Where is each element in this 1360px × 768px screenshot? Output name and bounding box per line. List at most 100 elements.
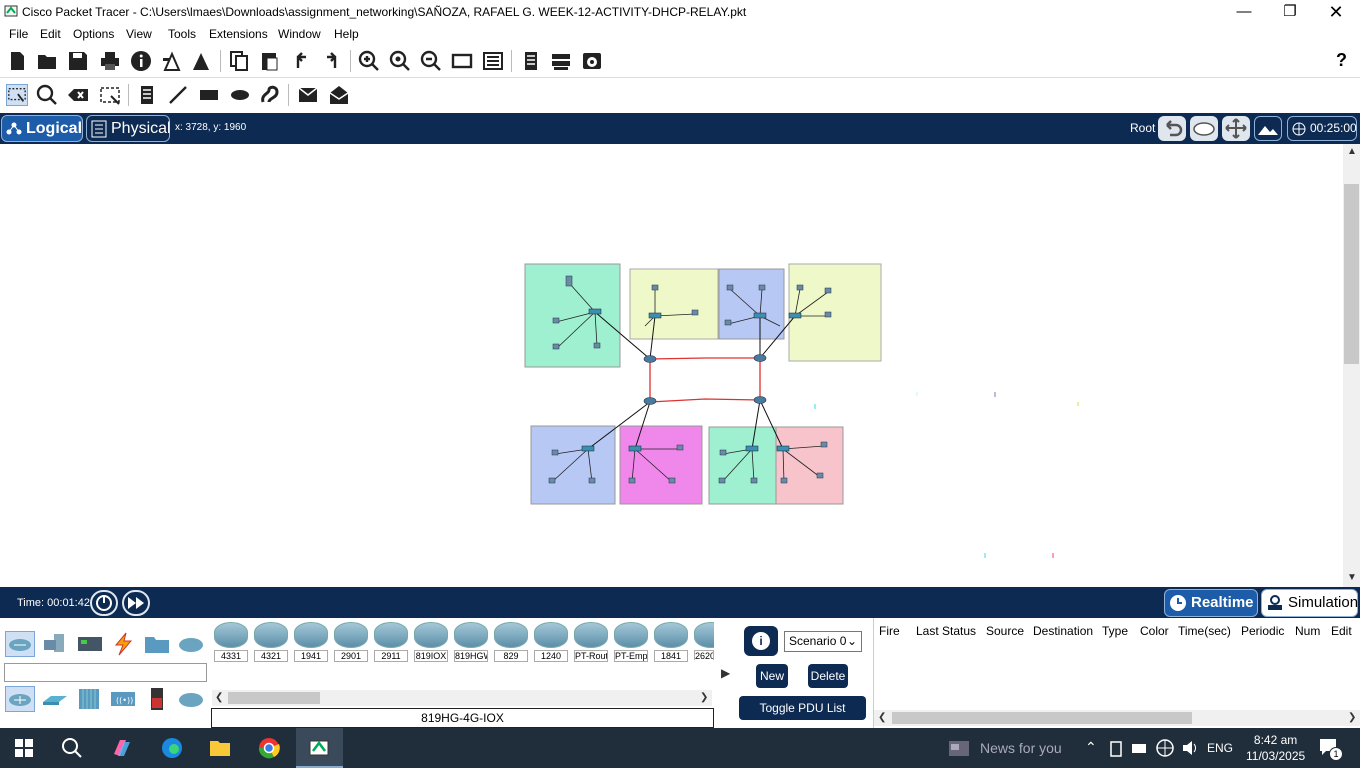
miscellaneous-icon[interactable] <box>142 631 172 657</box>
freeform-icon[interactable] <box>259 84 281 106</box>
logical-workspace[interactable] <box>0 144 1343 587</box>
search-icon[interactable] <box>60 736 84 760</box>
area-note-magenta[interactable] <box>619 425 703 505</box>
note-icon[interactable] <box>136 84 158 106</box>
device-router-pt-empty[interactable]: PT-Empty <box>614 622 648 662</box>
switches-icon[interactable] <box>40 686 70 712</box>
menu-edit[interactable]: Edit <box>40 27 61 41</box>
scroll-thumb[interactable] <box>228 692 320 704</box>
routers-icon[interactable] <box>5 686 35 712</box>
chrome-browser-icon[interactable] <box>257 736 281 760</box>
edge-browser-icon[interactable] <box>160 736 184 760</box>
menu-file[interactable]: File <box>9 27 28 41</box>
menu-tools[interactable]: Tools <box>168 27 196 41</box>
close-button[interactable]: ✕ <box>1313 0 1359 24</box>
taskbar-clock[interactable]: 8:42 am 11/03/2025 <box>1246 732 1305 764</box>
column-fire[interactable]: Fire <box>879 624 900 638</box>
packet-tracer-taskbar-button[interactable] <box>296 728 343 768</box>
custom-device-icon[interactable] <box>482 50 504 72</box>
physical-view-tab[interactable]: Physical <box>86 115 171 142</box>
serial-link-bottom[interactable] <box>649 398 761 403</box>
simulation-mode-button[interactable]: Simulation <box>1261 589 1358 617</box>
inspect-icon[interactable] <box>36 84 58 106</box>
device-router-1941[interactable]: 1941 <box>294 622 328 662</box>
back-button[interactable] <box>1158 116 1186 141</box>
connections-icon[interactable] <box>108 631 138 657</box>
device-router-4331[interactable]: 4331 <box>214 622 248 662</box>
input-language[interactable]: ENG <box>1207 741 1233 755</box>
menu-extensions[interactable]: Extensions <box>209 27 268 41</box>
minimize-button[interactable]: — <box>1221 0 1267 24</box>
open-folder-icon[interactable] <box>36 50 58 72</box>
paste-icon[interactable] <box>259 50 281 72</box>
security-icon[interactable] <box>142 686 172 712</box>
copy-icon[interactable] <box>228 50 250 72</box>
scroll-down-arrow-icon[interactable]: ▼ <box>1347 572 1357 583</box>
column-last-status[interactable]: Last Status <box>916 624 976 638</box>
background-image-button[interactable] <box>1254 116 1282 141</box>
notification-center-button[interactable]: 1 <box>1318 737 1343 761</box>
hubs-icon[interactable] <box>75 686 105 712</box>
new-file-icon[interactable] <box>6 50 28 72</box>
new-scenario-button[interactable]: New <box>756 664 788 688</box>
viewport-icon[interactable] <box>520 50 542 72</box>
news-widget-label[interactable]: News for you <box>980 740 1062 756</box>
battery-icon[interactable] <box>1107 736 1125 760</box>
viewport-timer[interactable]: 00:25:00 <box>1287 116 1357 141</box>
delete-icon[interactable] <box>67 84 89 106</box>
zoom-in-icon[interactable] <box>358 50 380 72</box>
printer-tray-icon[interactable] <box>1130 736 1148 760</box>
area-note-green[interactable] <box>524 263 621 368</box>
cluster-icon[interactable] <box>550 50 572 72</box>
fast-forward-button[interactable] <box>122 590 150 616</box>
column-source[interactable]: Source <box>986 624 1024 638</box>
device-router-819hgw[interactable]: 819HGW <box>454 622 488 662</box>
network-info-icon[interactable] <box>581 50 603 72</box>
realtime-mode-button[interactable]: Realtime <box>1164 589 1258 617</box>
windows-start-icon[interactable] <box>12 736 36 760</box>
drawing-palette-icon[interactable] <box>451 50 473 72</box>
scroll-thumb[interactable] <box>1344 184 1359 364</box>
scroll-left-arrow-icon[interactable]: ❮ <box>878 712 886 723</box>
device-router-2620[interactable]: 2620 <box>694 622 714 660</box>
device-router-pt-router[interactable]: PT-Router <box>574 622 608 662</box>
move-object-button[interactable] <box>1222 116 1250 141</box>
news-widget-icon[interactable] <box>947 736 971 760</box>
power-cycle-button[interactable] <box>90 590 118 616</box>
activity-wizard-icon[interactable] <box>161 50 183 72</box>
scenario-info-button[interactable]: i <box>744 626 778 656</box>
delete-scenario-button[interactable]: Delete <box>808 664 848 688</box>
collapse-panel-arrow-icon[interactable]: ▶ <box>721 666 730 680</box>
undo-icon[interactable] <box>290 50 312 72</box>
multiuser-icon[interactable] <box>176 631 206 657</box>
device-router-1841[interactable]: 1841 <box>654 622 688 662</box>
file-explorer-icon[interactable] <box>208 736 232 760</box>
column-type[interactable]: Type <box>1102 624 1128 638</box>
menu-window[interactable]: Window <box>278 27 321 41</box>
column-num[interactable]: Num <box>1295 624 1320 638</box>
menu-help[interactable]: Help <box>334 27 359 41</box>
rectangle-icon[interactable] <box>198 84 220 106</box>
copilot-icon[interactable] <box>110 736 134 760</box>
scroll-right-arrow-icon[interactable]: ❯ <box>1348 712 1356 723</box>
zoom-out-icon[interactable] <box>420 50 442 72</box>
zoom-reset-icon[interactable] <box>389 50 411 72</box>
scroll-thumb[interactable] <box>892 712 1192 724</box>
column-time[interactable]: Time(sec) <box>1178 624 1231 638</box>
device-search-input[interactable] <box>4 663 207 682</box>
print-icon[interactable] <box>99 50 121 72</box>
zoom-fit-icon[interactable] <box>190 50 212 72</box>
components-icon[interactable] <box>75 631 105 657</box>
logical-view-tab[interactable]: Logical <box>1 115 83 142</box>
maximize-button[interactable]: ❐ <box>1267 0 1313 24</box>
wireless-icon[interactable]: ((•)) <box>108 686 138 712</box>
canvas-vertical-scrollbar[interactable]: ▲ ▼ <box>1343 144 1360 587</box>
ellipse-icon[interactable] <box>229 84 251 106</box>
network-devices-icon[interactable] <box>5 631 35 657</box>
save-icon[interactable] <box>67 50 89 72</box>
device-router-2901[interactable]: 2901 <box>334 622 368 662</box>
area-note-green-2[interactable] <box>708 426 777 505</box>
device-router-4321[interactable]: 4321 <box>254 622 288 662</box>
add-complex-pdu-icon[interactable] <box>328 84 350 106</box>
column-destination[interactable]: Destination <box>1033 624 1093 638</box>
